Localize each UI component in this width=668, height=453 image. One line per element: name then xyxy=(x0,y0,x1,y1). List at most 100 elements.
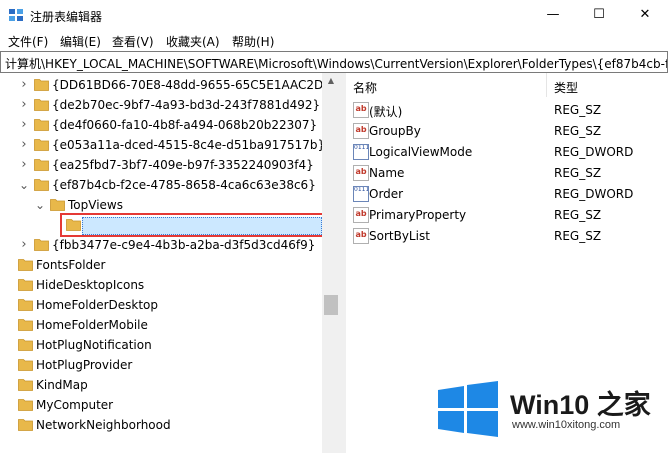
value-row[interactable]: ab PrimaryProperty REG_SZ xyxy=(346,204,668,225)
tree-item[interactable]: › {fbb3477e-c9e4-4b3b-a2ba-d3f5d3cd46f9} xyxy=(0,235,324,255)
scroll-up-arrow-icon[interactable]: ▲ xyxy=(322,73,340,89)
folder-icon xyxy=(34,139,49,151)
menu-edit[interactable]: 编辑(E) xyxy=(60,33,101,50)
folder-icon xyxy=(18,259,33,271)
chevron-right-icon[interactable]: › xyxy=(18,237,30,253)
tree-scrollbar[interactable]: ▲ xyxy=(322,73,340,453)
tree-item[interactable]: KindMap xyxy=(0,375,324,395)
tree-item-label: FontsFolder xyxy=(36,258,106,272)
folder-icon xyxy=(18,319,33,331)
chevron-right-icon[interactable]: › xyxy=(18,77,30,93)
column-header-name[interactable]: 名称 xyxy=(353,79,377,101)
maximize-button[interactable]: ☐ xyxy=(576,0,622,30)
tree-item[interactable]: ⌄ {ef87b4cb-f2ce-4785-8658-4ca6c63e38c6} xyxy=(0,175,324,195)
folder-icon xyxy=(34,159,49,171)
string-value-icon: ab xyxy=(353,207,369,223)
chevron-right-icon[interactable]: › xyxy=(18,157,30,173)
tree-item-label: HideDesktopIcons xyxy=(36,278,145,292)
tree-item[interactable]: › {de2b70ec-9bf7-4a93-bd3d-243f7881d492} xyxy=(0,95,324,115)
registry-tree: › {DD61BD66-70E8-48dd-9655-65C5E1AAC2D1} ›… xyxy=(0,73,340,453)
string-value-icon: ab xyxy=(353,165,369,181)
tree-item[interactable]: MyComputer xyxy=(0,395,324,415)
value-type: REG_SZ xyxy=(554,229,602,243)
tree-item-label: {de4f0660-fa10-4b8f-a494-068b20b22307} xyxy=(52,118,318,132)
scrollbar-thumb[interactable] xyxy=(324,295,338,315)
tree-item-label: MyComputer xyxy=(36,398,114,412)
regedit-app-icon xyxy=(9,9,23,21)
string-value-icon: ab xyxy=(353,123,369,139)
value-type: REG_SZ xyxy=(554,124,602,138)
value-name: Name xyxy=(369,166,405,180)
folder-icon xyxy=(18,299,33,311)
value-name: Order xyxy=(369,187,404,201)
tree-item-label: {ef87b4cb-f2ce-4785-8658-4ca6c63e38c6} xyxy=(52,178,316,192)
tree-item[interactable]: HotPlugProvider xyxy=(0,355,324,375)
value-row[interactable]: 011110LogicalViewMode REG_DWORD xyxy=(346,141,668,162)
folder-icon xyxy=(34,239,49,251)
folder-icon xyxy=(50,199,65,211)
chevron-down-icon[interactable]: ⌄ xyxy=(18,177,30,193)
tree-item-label: {DD61BD66-70E8-48dd-9655-65C5E1AAC2D1} xyxy=(52,78,339,92)
value-name: PrimaryProperty xyxy=(369,208,467,222)
minimize-button[interactable]: — xyxy=(530,0,576,30)
chevron-right-icon[interactable]: › xyxy=(18,117,30,133)
value-row[interactable]: ab SortByList REG_SZ xyxy=(346,225,668,246)
tree-item[interactable]: NetworkNeighborhood xyxy=(0,415,324,435)
value-type: REG_DWORD xyxy=(554,187,634,201)
tree-item-label: KindMap xyxy=(36,378,88,392)
tree-item-label: {ea25fbd7-3bf7-409e-b97f-3352240903f4} xyxy=(52,158,314,172)
menu-bar: 文件(F) 编辑(E) 查看(V) 收藏夹(A) 帮助(H) xyxy=(0,30,668,50)
menu-file[interactable]: 文件(F) xyxy=(8,33,48,50)
tree-item-label: HomeFolderDesktop xyxy=(36,298,159,312)
address-bar[interactable]: 计算机\HKEY_LOCAL_MACHINE\SOFTWARE\Microsof… xyxy=(0,51,668,73)
value-name: LogicalViewMode xyxy=(369,145,473,159)
binary-value-icon: 011110 xyxy=(353,144,369,160)
tree-item[interactable]: › {DD61BD66-70E8-48dd-9655-65C5E1AAC2D1} xyxy=(0,75,338,95)
value-type: REG_SZ xyxy=(554,103,602,117)
tree-item[interactable]: ⌄ TopViews xyxy=(0,195,324,215)
watermark-url: www.win10xitong.com xyxy=(512,419,621,431)
folder-icon xyxy=(34,79,49,91)
folder-icon xyxy=(18,339,33,351)
tree-item-label: NetworkNeighborhood xyxy=(36,418,171,432)
column-divider[interactable] xyxy=(546,73,547,97)
value-type: REG_SZ xyxy=(554,166,602,180)
tree-item-label: HotPlugProvider xyxy=(36,358,133,372)
value-name: GroupBy xyxy=(369,124,421,138)
tree-item[interactable]: FontsFolder xyxy=(0,255,324,275)
tree-item-label: {de2b70ec-9bf7-4a93-bd3d-243f7881d492} xyxy=(52,98,321,112)
close-button[interactable]: ✕ xyxy=(622,0,668,30)
tree-item-label: {e053a11a-dced-4515-8c4e-d51ba917517b} xyxy=(52,138,326,152)
value-type: REG_SZ xyxy=(554,208,602,222)
value-row[interactable]: ab GroupBy REG_SZ xyxy=(346,120,668,141)
chevron-right-icon[interactable]: › xyxy=(18,97,30,113)
folder-icon xyxy=(34,99,49,111)
tree-item[interactable]: › {de4f0660-fa10-4b8f-a494-068b20b22307} xyxy=(0,115,324,135)
folder-icon xyxy=(34,179,49,191)
windows-logo-icon xyxy=(438,381,498,437)
value-row[interactable]: 011110Order REG_DWORD xyxy=(346,183,668,204)
tree-item[interactable]: › {e053a11a-dced-4515-8c4e-d51ba917517b} xyxy=(0,135,326,155)
folder-icon xyxy=(18,359,33,371)
string-value-icon: ab xyxy=(353,102,369,118)
value-row[interactable]: ab Name REG_SZ xyxy=(346,162,668,183)
tree-item[interactable]: HomeFolderDesktop xyxy=(0,295,324,315)
tree-item-label: HotPlugNotification xyxy=(36,338,152,352)
tree-item[interactable]: HideDesktopIcons xyxy=(0,275,324,295)
tree-item[interactable]: › {ea25fbd7-3bf7-409e-b97f-3352240903f4} xyxy=(0,155,324,175)
menu-favorites[interactable]: 收藏夹(A) xyxy=(166,33,220,50)
column-header-type[interactable]: 类型 xyxy=(554,79,578,101)
value-row[interactable]: ab (默认) REG_SZ xyxy=(346,99,668,120)
address-path: 计算机\HKEY_LOCAL_MACHINE\SOFTWARE\Microsof… xyxy=(5,57,668,71)
menu-view[interactable]: 查看(V) xyxy=(112,33,154,50)
tree-item[interactable]: HotPlugNotification xyxy=(0,335,324,355)
menu-help[interactable]: 帮助(H) xyxy=(232,33,274,50)
binary-value-icon: 011110 xyxy=(353,186,369,202)
tree-item[interactable]: HomeFolderMobile xyxy=(0,315,324,335)
chevron-right-icon[interactable]: › xyxy=(18,137,30,153)
value-type: REG_DWORD xyxy=(554,145,634,159)
folder-icon xyxy=(18,419,33,431)
chevron-down-icon[interactable]: ⌄ xyxy=(34,197,46,213)
value-name: SortByList xyxy=(369,229,430,243)
win10-watermark: Win10 之家 www.win10xitong.com xyxy=(436,375,668,453)
